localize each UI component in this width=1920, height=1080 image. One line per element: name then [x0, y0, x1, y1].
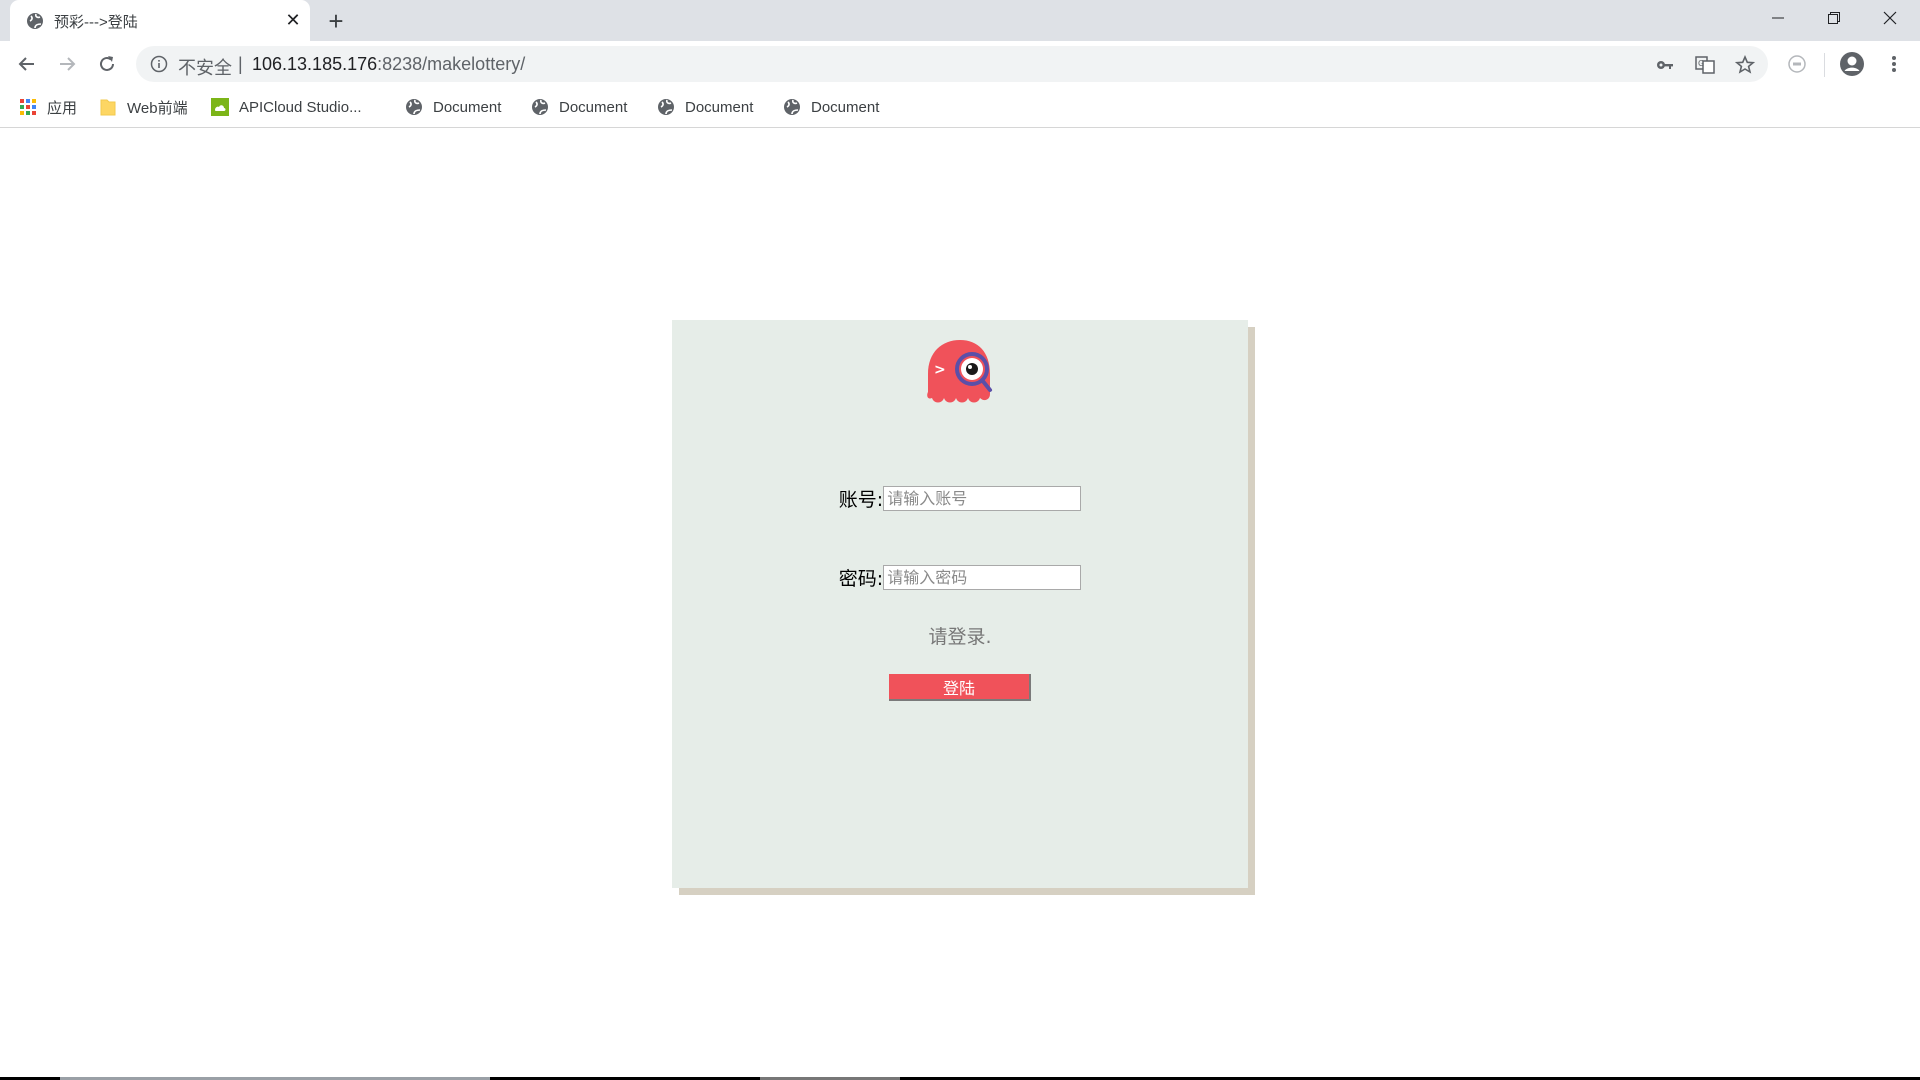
close-icon — [1883, 11, 1897, 25]
reload-button[interactable] — [93, 50, 121, 78]
login-hint: 请登录. — [928, 626, 992, 648]
browser-window: 预彩--->登陆 ✕ + 不安全 | 106.13.185.176:8238/m… — [0, 0, 1920, 1080]
tab-close-icon[interactable]: ✕ — [282, 9, 304, 31]
globe-icon — [405, 98, 423, 116]
bookmark-label: 应用 — [47, 99, 78, 117]
key-icon[interactable] — [1654, 54, 1676, 76]
bookmark-star-icon[interactable] — [1734, 54, 1756, 76]
translate-icon[interactable]: G — [1694, 54, 1716, 76]
tab-active[interactable]: 预彩--->登陆 ✕ — [10, 0, 310, 41]
info-icon[interactable] — [150, 55, 168, 73]
bookmarks-bar: 应用 Web前端 APICloud Studio... Document Doc… — [0, 87, 1920, 128]
globe-icon — [531, 98, 549, 116]
toolbar: 不安全 | 106.13.185.176:8238/makelottery/ G — [0, 41, 1920, 87]
svg-text:>: > — [934, 362, 946, 378]
address-bar[interactable]: 不安全 | 106.13.185.176:8238/makelottery/ G — [136, 46, 1768, 82]
account-label: 账号: — [838, 488, 884, 511]
omnibox-separator: | — [238, 54, 243, 74]
url-host: 106.13.185.176 — [252, 54, 378, 74]
extension-icon[interactable] — [1783, 50, 1811, 78]
account-row: 账号: — [672, 485, 1248, 511]
password-row: 密码: — [672, 564, 1248, 590]
back-button[interactable] — [13, 50, 41, 78]
bookmark-label: Document — [685, 98, 754, 116]
url-path: :8238/makelottery/ — [377, 54, 526, 74]
apps-grid-icon — [19, 98, 37, 116]
tab-title: 预彩--->登陆 — [54, 14, 138, 31]
security-label: 不安全 — [178, 58, 232, 78]
bookmark-document-3[interactable]: Document — [657, 95, 753, 119]
reload-icon — [100, 56, 114, 71]
minimize-icon — [1772, 17, 1784, 19]
bookmark-label: APICloud Studio... — [239, 98, 362, 116]
globe-icon — [657, 98, 675, 116]
menu-kebab-icon[interactable] — [1880, 50, 1908, 78]
octopus-logo-icon: > — [920, 334, 1002, 416]
account-input[interactable] — [883, 485, 1082, 511]
profile-avatar-icon[interactable] — [1838, 50, 1866, 78]
globe-icon — [26, 12, 44, 30]
bookmark-folder-web[interactable]: Web前端 — [99, 95, 188, 119]
password-input[interactable] — [883, 564, 1082, 590]
bookmark-document-4[interactable]: Document — [783, 95, 879, 119]
bookmark-label: Document — [559, 98, 628, 116]
toolbar-divider — [1824, 53, 1825, 77]
back-arrow-icon — [18, 57, 34, 71]
bookmark-label: Document — [433, 98, 502, 116]
svg-text:G: G — [1698, 59, 1704, 68]
login-button[interactable]: 登陆 — [889, 674, 1031, 701]
url-text[interactable]: 106.13.185.176:8238/makelottery/ — [252, 54, 525, 75]
forward-button[interactable] — [53, 50, 81, 78]
bookmark-label: Document — [811, 98, 880, 116]
close-window-button[interactable] — [1862, 0, 1918, 36]
bookmark-apps[interactable]: 应用 — [19, 95, 77, 119]
page-content: > 账号: 密码: 请登录. 登陆 — [0, 128, 1920, 1080]
tab-strip: 预彩--->登陆 ✕ + — [0, 0, 1920, 41]
bookmark-document-2[interactable]: Document — [531, 95, 627, 119]
new-tab-button[interactable]: + — [322, 8, 350, 36]
folder-icon — [99, 98, 117, 116]
minimize-button[interactable] — [1750, 0, 1806, 36]
forward-arrow-icon — [60, 57, 76, 71]
bookmark-document-1[interactable]: Document — [405, 95, 501, 119]
globe-icon — [783, 98, 801, 116]
apicloud-icon — [211, 98, 229, 116]
bookmark-apicloud[interactable]: APICloud Studio... — [211, 95, 362, 119]
restore-button[interactable] — [1806, 0, 1862, 36]
login-card: > 账号: 密码: 请登录. 登陆 — [672, 320, 1248, 888]
password-label: 密码: — [838, 567, 884, 590]
restore-icon — [1828, 12, 1840, 24]
bookmark-label: Web前端 — [127, 99, 188, 117]
